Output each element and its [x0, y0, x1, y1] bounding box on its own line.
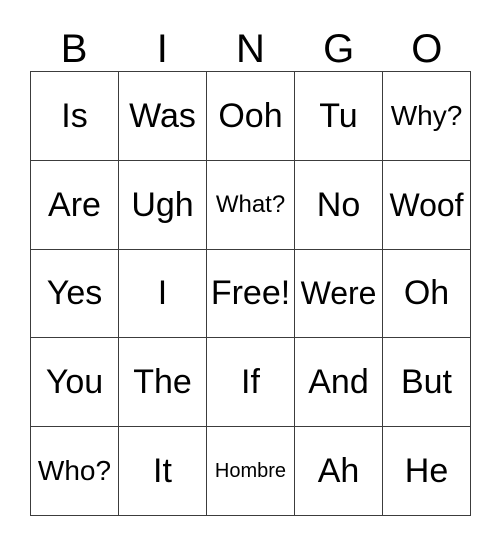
bingo-cell[interactable]: Were	[295, 249, 383, 339]
bingo-row: You The If And But	[31, 338, 471, 428]
bingo-cell-label: Who?	[37, 455, 112, 487]
bingo-cell[interactable]: Was	[119, 72, 207, 161]
bingo-free-space-cell[interactable]: Free!	[207, 249, 295, 339]
bingo-header-row: B I N G O	[30, 14, 471, 71]
bingo-cell[interactable]: It	[119, 427, 207, 516]
bingo-row: Are Ugh What? No Woof	[31, 160, 471, 250]
bingo-header-letter-o-text: O	[411, 27, 443, 71]
bingo-cell-label: And	[308, 363, 369, 402]
bingo-header-letter-g-text: G	[323, 27, 355, 71]
bingo-cell[interactable]: You	[31, 338, 119, 428]
bingo-cell[interactable]: And	[295, 338, 383, 428]
bingo-cell[interactable]: Woof	[383, 160, 471, 250]
bingo-cell[interactable]: He	[383, 427, 471, 516]
bingo-cell-label: What?	[215, 190, 286, 218]
bingo-cell-label: But	[400, 363, 453, 402]
bingo-cell[interactable]: But	[383, 338, 471, 428]
bingo-cell[interactable]: Who?	[31, 427, 119, 516]
bingo-cell-label: Ugh	[131, 185, 194, 224]
bingo-cell[interactable]: Tu	[295, 72, 383, 161]
bingo-cell[interactable]: Oh	[383, 249, 471, 339]
bingo-header-letter-o: O	[383, 14, 471, 71]
bingo-cell-label: Were	[300, 275, 377, 312]
bingo-cell[interactable]: Ugh	[119, 160, 207, 250]
bingo-cell-label: Why?	[390, 99, 463, 131]
bingo-cell[interactable]: Ah	[295, 427, 383, 516]
bingo-row: Is Was Ooh Tu Why?	[31, 72, 471, 161]
bingo-cell-label: No	[316, 185, 361, 224]
bingo-header-letter-i-text: I	[156, 27, 168, 71]
bingo-row: Yes I Free! Were Oh	[31, 249, 471, 339]
bingo-cell-label: I	[157, 274, 168, 313]
bingo-cell[interactable]: Ooh	[207, 72, 295, 161]
bingo-cell-label: Hombre	[214, 460, 287, 483]
bingo-header-letter-g: G	[295, 14, 383, 71]
bingo-header-letter-b: B	[30, 14, 118, 71]
bingo-cell[interactable]: No	[295, 160, 383, 250]
bingo-cell-label: Is	[61, 96, 88, 135]
bingo-cell-label: If	[241, 363, 260, 402]
bingo-row: Who? It Hombre Ah He	[31, 427, 471, 516]
bingo-cell-label: Woof	[389, 186, 464, 223]
bingo-cell[interactable]: If	[207, 338, 295, 428]
bingo-card: B I N G O Is Was Ooh Tu Why? Are Ugh What? No Woo…	[30, 14, 471, 516]
bingo-cell-label: Tu	[319, 96, 358, 135]
bingo-cell[interactable]: I	[119, 249, 207, 339]
bingo-cell[interactable]: What?	[207, 160, 295, 250]
bingo-cell[interactable]: Yes	[31, 249, 119, 339]
bingo-cell[interactable]: Are	[31, 160, 119, 250]
bingo-cell-label: Was	[129, 96, 196, 135]
bingo-cell-label: Oh	[403, 274, 450, 313]
bingo-header-letter-b-text: B	[60, 27, 88, 71]
bingo-cell[interactable]: Hombre	[207, 427, 295, 516]
bingo-cell-label: It	[153, 452, 172, 491]
bingo-cell-label: Are	[48, 185, 101, 224]
bingo-cell-label: He	[404, 452, 449, 491]
bingo-cell-label: The	[133, 363, 192, 402]
bingo-cell[interactable]: The	[119, 338, 207, 428]
bingo-cell-label: Ah	[317, 452, 360, 491]
bingo-header-letter-n-text: N	[236, 27, 265, 71]
bingo-header-letter-n: N	[206, 14, 294, 71]
bingo-grid: Is Was Ooh Tu Why? Are Ugh What? No Woof Yes I Free!…	[30, 71, 471, 516]
bingo-cell-label: Ooh	[218, 96, 283, 135]
bingo-header-letter-i: I	[118, 14, 206, 71]
bingo-cell-label: Free!	[210, 274, 291, 313]
bingo-cell-label: You	[45, 363, 104, 402]
bingo-cell[interactable]: Is	[31, 72, 119, 161]
bingo-cell[interactable]: Why?	[383, 72, 471, 161]
bingo-cell-label: Yes	[46, 274, 103, 313]
